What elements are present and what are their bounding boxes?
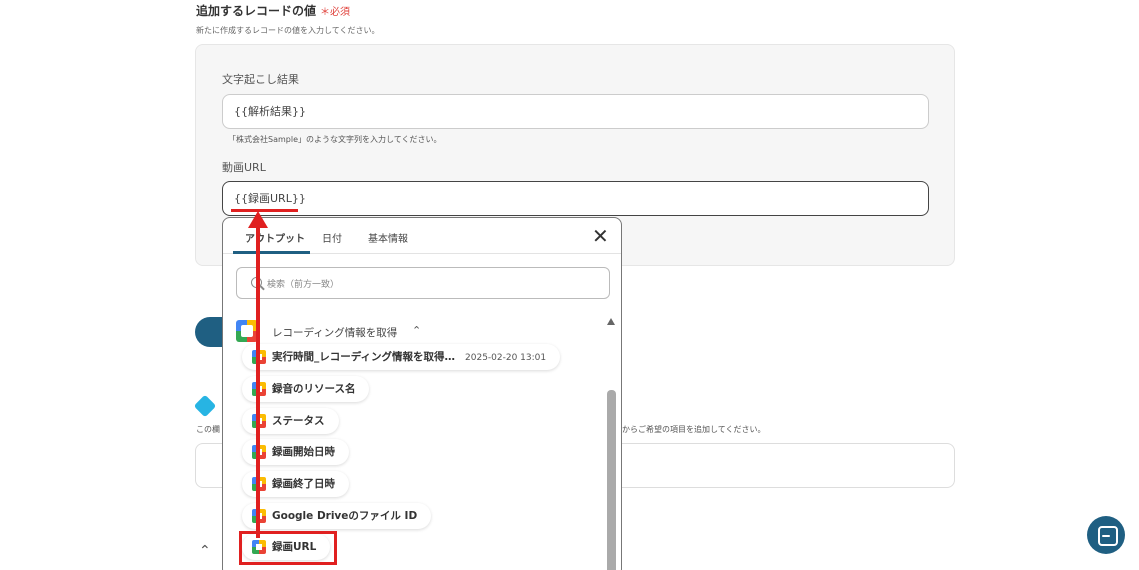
annotation-highlight-box [239,531,337,565]
chevron-up-icon[interactable]: ⌃ [199,543,211,559]
google-meet-icon [236,320,258,342]
field-help-text: 新たに作成するレコードの値を入力してください。 [196,26,380,35]
integration-icon [193,394,217,418]
help-text-right: からご希望の項目を追加してください。 [622,425,766,434]
annotation-arrow-line [256,226,260,538]
transcription-label: 文字起こし結果 [222,73,299,86]
tab-basic-info[interactable]: 基本情報 [368,230,408,245]
list-item-drive-file-id[interactable]: Google Driveのファイル ID [242,503,432,529]
list-item-resource-name[interactable]: 録音のリソース名 [242,376,370,402]
list-item-execution-time[interactable]: 実行時間_レコーディング情報を取得… 2025-02-20 13:01 [242,344,561,370]
page: 追加するレコードの値 ＊必須 新たに作成するレコードの値を入力してください。 文字… [0,0,1139,570]
section-label: レコーディング情報を取得 [272,327,398,339]
search-input[interactable]: 検索（前方一致） [236,267,610,299]
help-text-left: この欄 [196,425,220,434]
tab-output[interactable]: アウトプット [245,230,305,245]
chat-support-button[interactable] [1087,516,1125,554]
required-badge: ＊必須 [320,7,351,18]
close-icon[interactable]: ✕ [592,224,609,248]
transcription-hint: 「株式会社Sample」のような文字列を入力してください。 [228,135,442,144]
list-item-label: 実行時間_レコーディング情報を取得… [272,351,456,363]
list-item-value: 2025-02-20 13:01 [465,353,547,363]
list-item-label: 録画終了日時 [272,478,335,490]
transcription-input[interactable]: {{解析結果}} [222,94,929,129]
scrollbar-thumb[interactable] [607,390,616,570]
field-title: 追加するレコードの値 ＊必須 [196,2,350,19]
list-item-label: 録画開始日時 [272,446,335,458]
scroll-up-arrow[interactable] [607,318,615,325]
list-item-label: Google Driveのファイル ID [272,510,418,522]
list-item-label: 録音のリソース名 [272,383,356,395]
list-item-label: ステータス [272,415,325,427]
variable-picker-dropdown: アウトプット 日付 基本情報 ✕ 検索（前方一致） レコーディング情報を取得 ⌃… [222,217,622,570]
chevron-up-icon[interactable]: ⌃ [412,324,421,337]
field-title-text: 追加するレコードの値 [196,4,317,18]
tab-date[interactable]: 日付 [322,230,342,245]
search-placeholder: 検索（前方一致） [267,280,340,290]
video-url-label: 動画URL [222,161,266,174]
video-url-input[interactable]: {{録画URL}} [222,181,929,216]
picker-tabs: アウトプット 日付 基本情報 [223,218,621,254]
annotation-arrow-head [248,211,268,228]
active-tab-indicator [233,251,310,254]
